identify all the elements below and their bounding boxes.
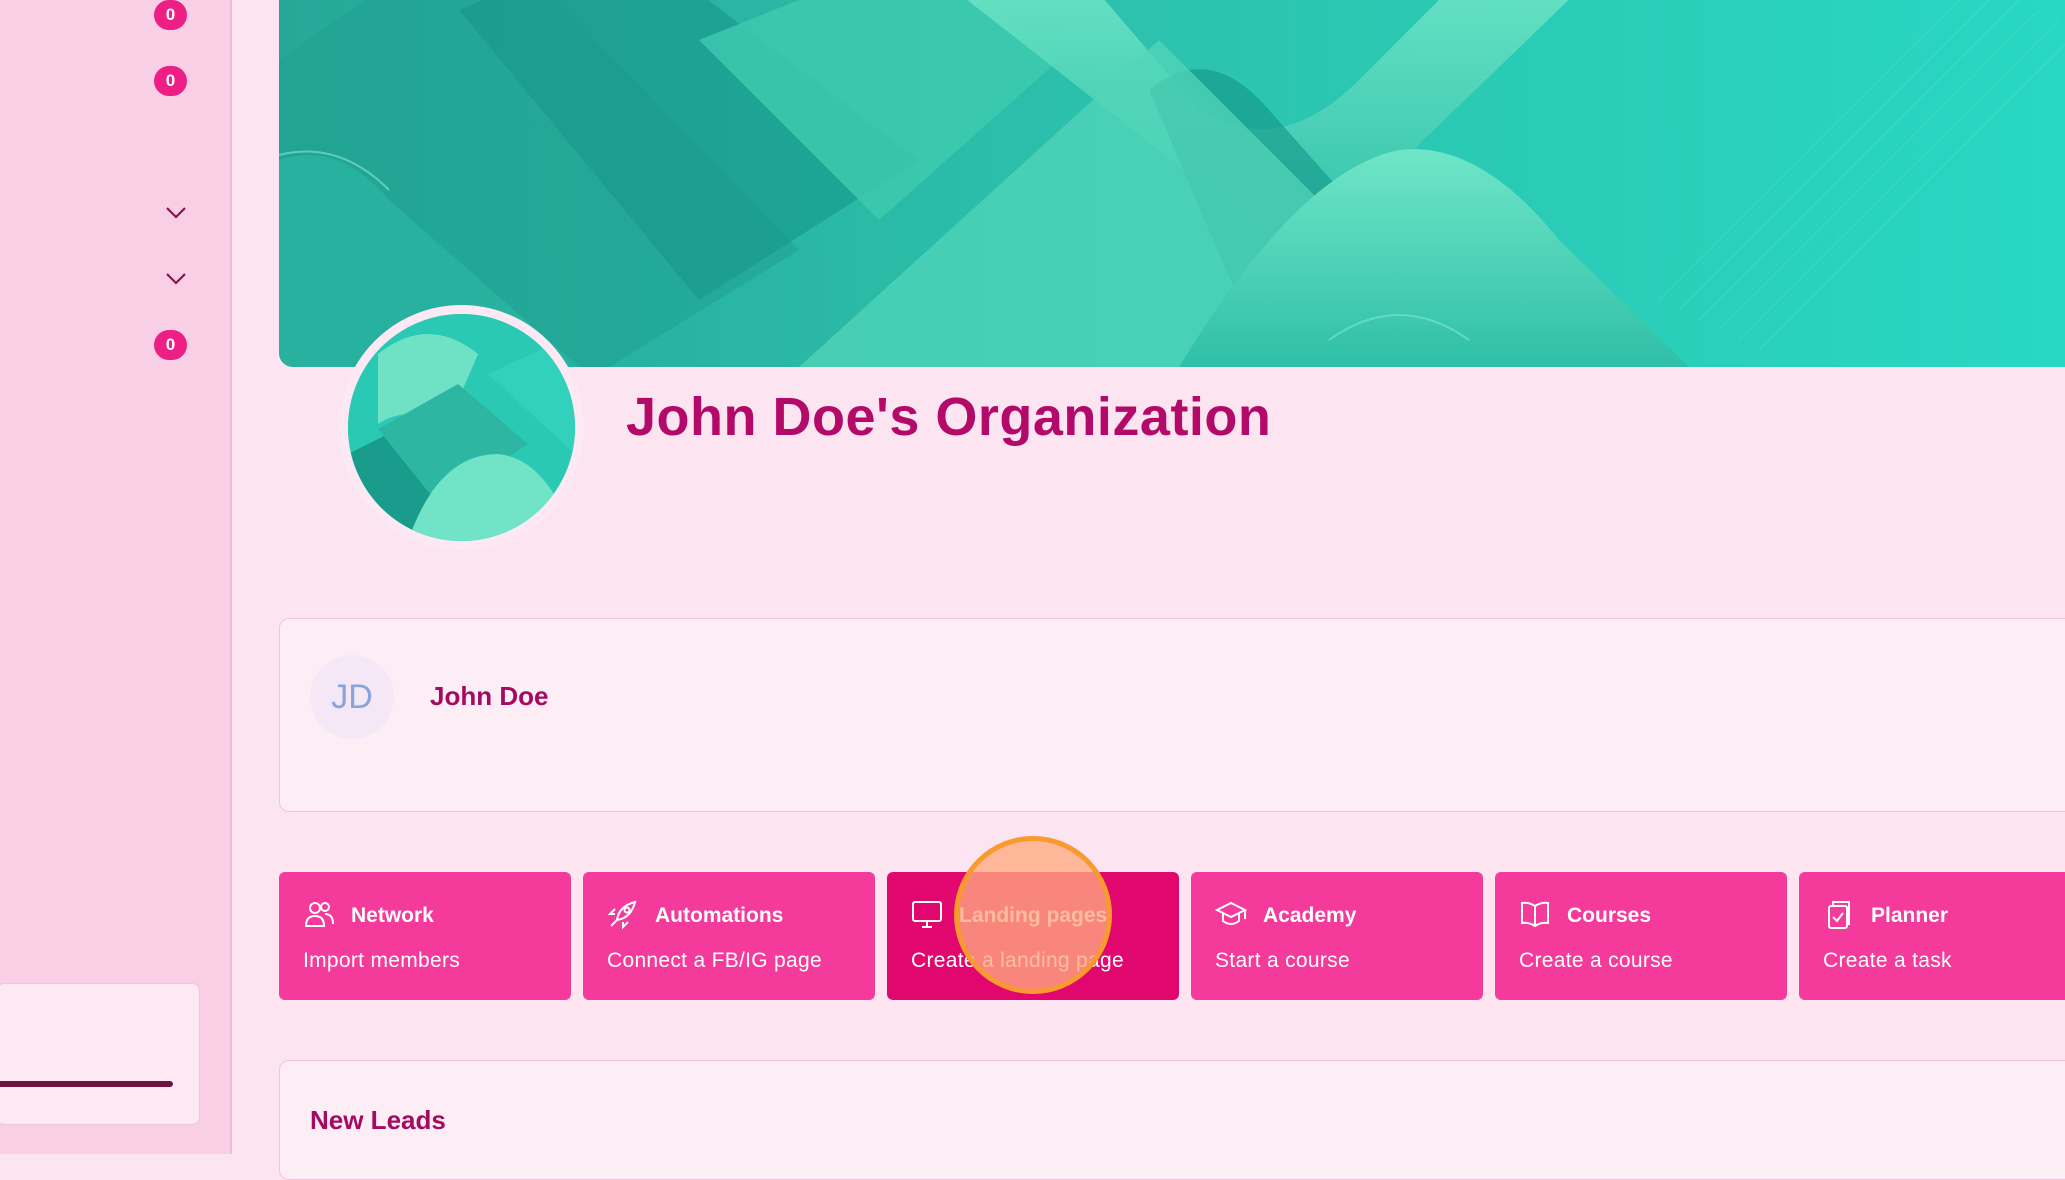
tile-title: Landing pages (959, 904, 1108, 927)
tile-subtitle: Connect a FB/IG page (607, 949, 822, 972)
sidebar-count-badge: 0 (154, 0, 187, 30)
tile-subtitle: Create a course (1519, 949, 1673, 972)
sidebar: 0 0 0 (0, 0, 232, 1154)
book-icon (1521, 901, 1549, 928)
organization-avatar[interactable] (339, 305, 584, 550)
tile-subtitle: Create a landing page (911, 949, 1124, 972)
progress-bar (0, 1081, 173, 1087)
monitor-icon (912, 901, 942, 928)
rocket-icon (607, 900, 637, 930)
organization-title: John Doe's Organization (626, 387, 1272, 447)
tile-subtitle: Create a task (1823, 949, 1952, 972)
sidebar-progress-card (0, 983, 200, 1125)
sidebar-count-badge: 0 (154, 330, 187, 360)
tile-title: Academy (1263, 904, 1357, 927)
user-card: JD John Doe (279, 618, 2065, 812)
new-leads-card: New Leads (279, 1060, 2065, 1180)
clipboard-icon (1828, 901, 1850, 929)
banner-pattern-image (279, 0, 2065, 367)
tile-planner[interactable]: Planner Create a task (1799, 872, 2065, 1000)
tile-title: Planner (1871, 904, 1949, 927)
tile-courses[interactable]: Courses Create a course (1495, 872, 1787, 1000)
cover-banner (279, 0, 2065, 367)
new-leads-title: New Leads (310, 1105, 446, 1135)
tile-title: Automations (655, 904, 784, 927)
tile-subtitle: Import members (303, 949, 461, 972)
chevron-down-icon[interactable] (165, 206, 187, 220)
tile-network[interactable]: Network Import members (279, 872, 571, 1000)
tile-automations[interactable]: Automations Connect a FB/IG page (583, 872, 875, 1000)
users-icon (304, 902, 334, 927)
tile-title: Network (351, 904, 434, 927)
user-name[interactable]: John Doe (430, 681, 548, 712)
tile-title: Courses (1567, 904, 1652, 927)
organization-logo-image (348, 314, 575, 541)
tile-academy[interactable]: Academy Start a course (1191, 872, 1483, 1000)
sidebar-count-badge: 0 (154, 66, 187, 96)
chevron-down-icon[interactable] (165, 272, 187, 286)
avatar[interactable]: JD (310, 655, 394, 739)
graduation-cap-icon (1215, 901, 1247, 925)
tile-subtitle: Start a course (1215, 949, 1350, 972)
tile-landing-pages[interactable]: Landing pages Create a landing page (887, 872, 1179, 1000)
